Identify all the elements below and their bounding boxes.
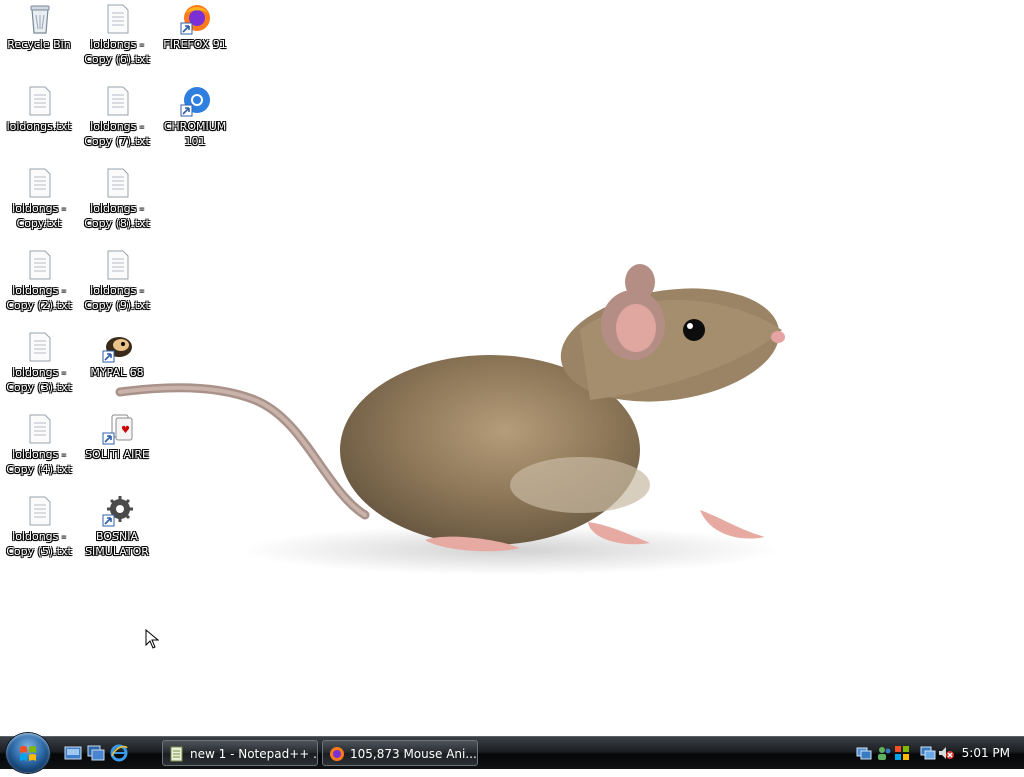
text-file-icon — [29, 168, 51, 198]
desktop-icon-loldongs-copy-9[interactable]: loldongs - Copy (9).txt — [78, 246, 156, 324]
taskbar-button-label: 105,873 Mouse Ani... — [350, 747, 477, 761]
text-file-icon — [107, 86, 129, 116]
desktop-icon-loldongs-copy-6[interactable]: loldongs - Copy (6).txt — [78, 0, 156, 78]
desktop-icon-chromium-101[interactable]: CHROMIUM 101 — [156, 82, 234, 160]
desktop-icon-label: loldongs - Copy (4).txt — [6, 448, 72, 476]
users-icon[interactable] — [876, 745, 892, 761]
windows-logo-icon — [20, 746, 36, 761]
notepad-plus-plus-icon — [170, 746, 183, 762]
desktop-icon-loldongs-copy-8[interactable]: loldongs - Copy (8).txt — [78, 164, 156, 242]
windows-update-icon[interactable] — [894, 745, 910, 761]
taskbar: new 1 - Notepad++ ... 105,873 Mouse Ani.… — [0, 733, 1024, 773]
internet-explorer-icon[interactable] — [110, 744, 128, 762]
desktop-icon-loldongs-copy[interactable]: loldongs - Copy.txt — [0, 164, 78, 242]
firefox-shortcut-icon — [180, 5, 210, 35]
desktop-icon-label: loldongs - Copy (5).txt — [6, 530, 72, 558]
desktop-icon-label: Recycle Bin — [7, 38, 71, 51]
desktop-icon-mypal-68[interactable]: MYPAL 68 — [78, 328, 156, 406]
system-tray: 5:01 PM — [854, 737, 1024, 769]
solitaire-shortcut-icon: ♥ — [102, 414, 133, 445]
desktop-icon-label: loldongs - Copy (9).txt — [84, 284, 150, 312]
desktop[interactable]: Recycle Bin loldongs.txt loldongs - Copy… — [0, 0, 1024, 736]
network-connection-icon[interactable] — [920, 745, 936, 761]
network-icon[interactable] — [856, 745, 872, 761]
taskbar-button-notepad-plus-plus[interactable]: new 1 - Notepad++ ... — [162, 740, 318, 766]
desktop-icon-label: CHROMIUM 101 — [163, 120, 227, 148]
text-file-icon — [29, 496, 51, 526]
desktop-icon-loldongs-copy-7[interactable]: loldongs - Copy (7).txt — [78, 82, 156, 160]
text-file-icon — [107, 250, 129, 280]
text-file-icon — [29, 332, 51, 362]
gear-shortcut-icon — [102, 496, 133, 527]
recycle-bin-icon — [30, 5, 50, 34]
desktop-icon-label: BOSNIA SIMULATOR — [85, 530, 149, 558]
desktop-icon-loldongs-copy-3[interactable]: loldongs - Copy (3).txt — [0, 328, 78, 406]
switch-windows-icon[interactable] — [87, 744, 105, 762]
desktop-icon-label: loldongs - Copy (8).txt — [84, 202, 150, 230]
desktop-icon-label: FIREFOX 91 — [163, 38, 227, 51]
text-file-icon — [29, 250, 51, 280]
desktop-icon-bosnia-simulator[interactable]: BOSNIA SIMULATOR — [78, 492, 156, 570]
desktop-icon-loldongs-copy-5[interactable]: loldongs - Copy (5).txt — [0, 492, 78, 570]
chromium-shortcut-icon — [180, 87, 210, 117]
desktop-icon-label: loldongs.txt — [6, 120, 72, 133]
mypal-shortcut-icon — [102, 337, 132, 363]
desktop-icon-recycle-bin[interactable]: Recycle Bin — [0, 0, 78, 78]
svg-text:♥: ♥ — [121, 425, 130, 436]
mouse-photo — [115, 264, 785, 575]
firefox-icon — [330, 747, 344, 761]
desktop-icon-loldongs-copy-2[interactable]: loldongs - Copy (2).txt — [0, 246, 78, 324]
show-desktop-icon[interactable] — [64, 744, 82, 762]
taskbar-button-firefox[interactable]: 105,873 Mouse Ani... — [322, 740, 478, 766]
volume-muted-icon[interactable] — [938, 745, 954, 761]
desktop-icon-label: loldongs - Copy (6).txt — [84, 38, 150, 66]
text-file-icon — [29, 86, 51, 116]
start-button[interactable] — [6, 733, 50, 773]
text-file-icon — [107, 168, 129, 198]
desktop-icon-loldongs-copy-4[interactable]: loldongs - Copy (4).txt — [0, 410, 78, 488]
clock[interactable]: 5:01 PM — [962, 737, 1010, 769]
desktop-icon-label: SOLITI AIRE — [85, 448, 149, 461]
desktop-icon-firefox-91[interactable]: FIREFOX 91 — [156, 0, 234, 78]
desktop-icon-label: loldongs - Copy.txt — [12, 202, 66, 230]
desktop-icon-label: loldongs - Copy (3).txt — [6, 366, 72, 394]
mouse-pointer-icon — [145, 629, 159, 649]
text-file-icon — [107, 4, 129, 34]
desktop-icon-label: MYPAL 68 — [90, 366, 144, 379]
desktop-icon-solitaire[interactable]: ♥ SOLITI AIRE — [78, 410, 156, 488]
desktop-icon-loldongs-txt[interactable]: loldongs.txt — [0, 82, 78, 160]
desktop-icon-label: loldongs - Copy (7).txt — [84, 120, 150, 148]
taskbar-button-label: new 1 - Notepad++ ... — [190, 747, 318, 761]
desktop-icon-label: loldongs - Copy (2).txt — [6, 284, 72, 312]
text-file-icon — [29, 414, 51, 444]
